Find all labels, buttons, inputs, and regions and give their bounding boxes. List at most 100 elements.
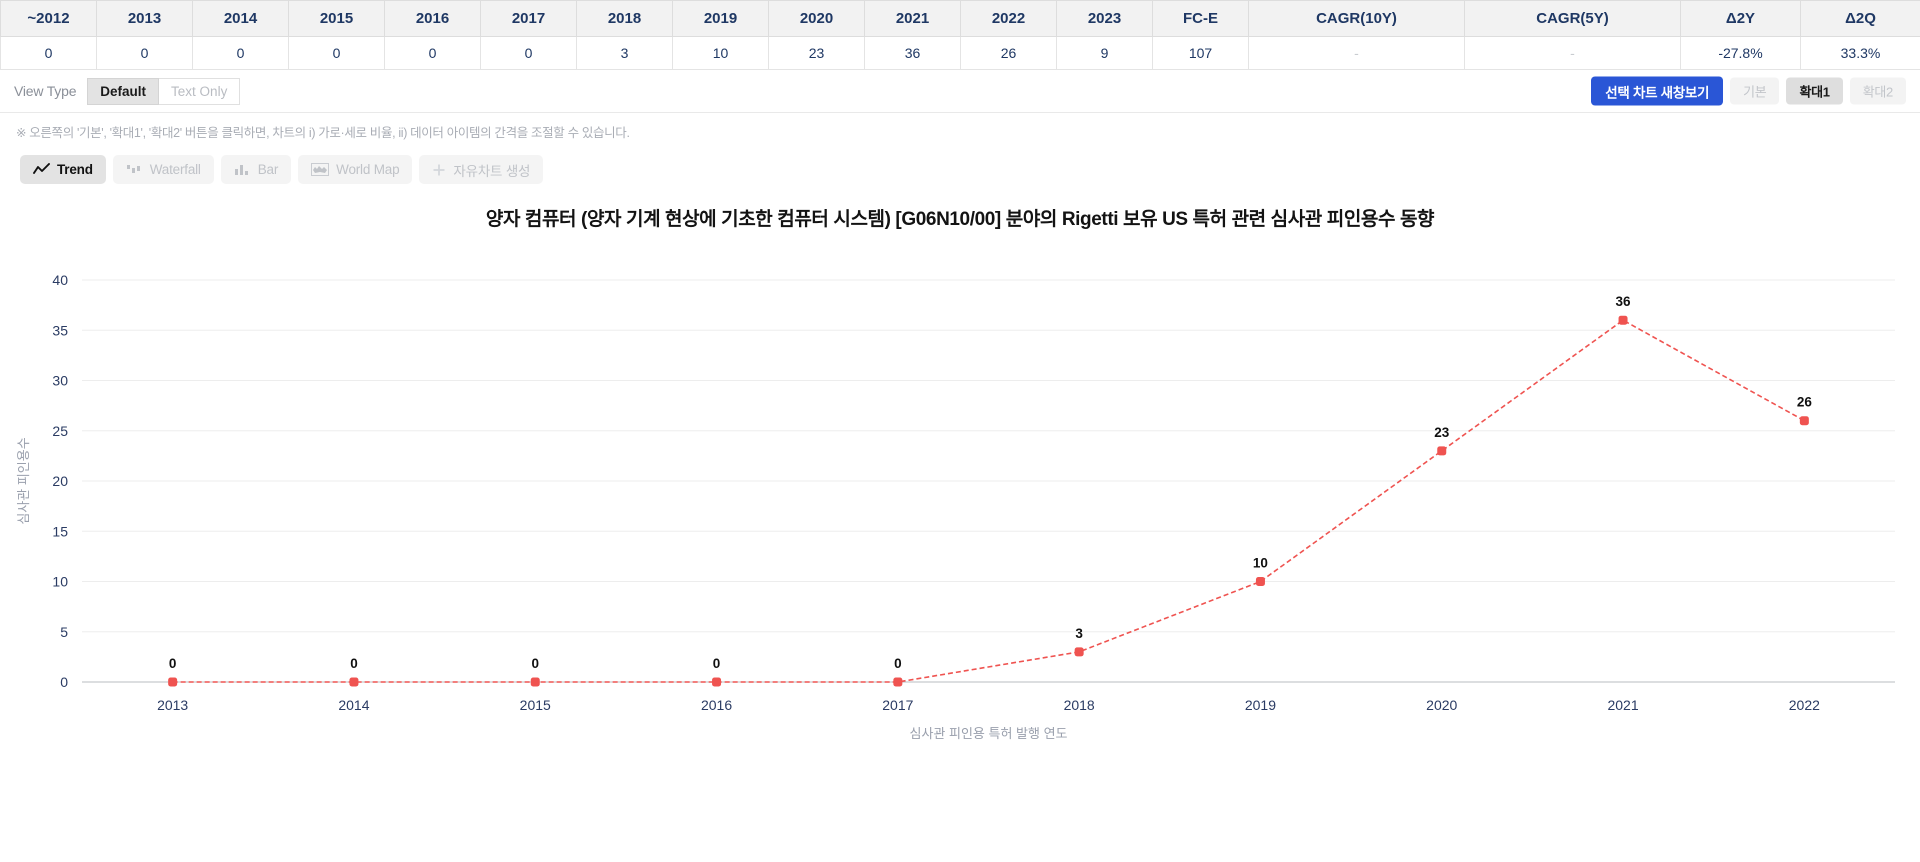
toolbar-right-group: 선택 차트 새창보기 기본 확대1 확대2 [1591,76,1906,106]
summary-col-header: 2016 [384,0,481,37]
chart-tab-world-map-label: World Map [336,162,400,177]
x-axis-tick-label: 2018 [1064,697,1095,713]
view-type-segmented-control: Default Text Only [87,77,241,105]
chart-tab-custom-chart[interactable]: 자유차트 생성 [419,155,544,184]
open-chart-new-window-button[interactable]: 선택 차트 새창보기 [1591,76,1724,106]
summary-cell: - [1464,36,1681,70]
summary-cell: 33.3% [1800,36,1920,70]
y-axis-tick-label: 30 [52,373,68,389]
view-type-text-only-button[interactable]: Text Only [159,77,241,105]
data-point-marker[interactable] [712,677,722,687]
summary-table-value-row: 0 0 0 0 0 0 3 10 23 36 26 9 107- - -27.8% 33.3% [0,36,1920,70]
zoom-level1-button[interactable]: 확대1 [1786,77,1843,105]
summary-col-header: CAGR(10Y) [1248,0,1465,37]
chart-tab-bar[interactable]: Bar [220,155,292,184]
summary-col-header: Δ2Q [1800,0,1920,37]
summary-col-header: CAGR(5Y) [1464,0,1681,37]
chart-type-tabs: Trend Waterfall Bar World Map 자유차트 생성 [0,141,1920,184]
summary-col-header: 2015 [288,0,385,37]
data-point-marker[interactable] [1255,577,1265,586]
summary-col-header: 2022 [960,0,1057,37]
y-axis-title: 심사관 피인용수 [16,437,31,524]
chart-title: 양자 컴퓨터 (양자 기계 현상에 기초한 컴퓨터 시스템) [G06N10/0… [485,209,1435,230]
summary-cell: - [1248,36,1465,70]
view-type-default-button[interactable]: Default [87,77,160,105]
x-axis-tick-label: 2017 [882,697,913,713]
summary-col-header: 2017 [480,0,577,37]
data-point-marker[interactable] [1437,446,1447,456]
x-axis-tick-label: 2013 [157,697,188,713]
summary-col-header: FC-E [1152,0,1249,37]
y-axis-tick-label: 20 [52,473,68,489]
x-axis-tick-label: 2019 [1245,697,1276,713]
x-axis-tick-label: 2022 [1789,697,1820,713]
line-chart-icon [33,163,50,176]
summary-col-header: 2013 [96,0,193,37]
data-point-label: 36 [1616,294,1632,309]
summary-cell: 0 [384,36,481,70]
data-point-label: 0 [894,656,902,671]
summary-cell: 10 [672,36,769,70]
view-toolbar: View Type Default Text Only 선택 차트 새창보기 기… [0,70,1920,113]
data-point-label: 26 [1797,395,1813,410]
data-point-label: 3 [1075,626,1083,641]
y-axis-tick-label: 40 [52,272,68,288]
series-line [172,319,1805,683]
data-point-marker[interactable] [1618,315,1628,325]
chart-tab-bar-label: Bar [257,162,279,177]
data-point-marker[interactable] [893,677,903,687]
chart-tab-waterfall[interactable]: Waterfall [112,155,214,184]
data-point-marker[interactable] [1074,647,1084,657]
y-axis-tick-label: 5 [60,624,68,640]
summary-cell: 0 [96,36,193,70]
summary-cell: 36 [864,36,961,70]
data-point-marker[interactable] [1799,416,1809,426]
summary-cell: 0 [480,36,577,70]
summary-table-header-row: ~2012 2013 2014 2015 2016 2017 2018 2019 2020 202… [0,0,1920,37]
toolbar-notice-text: ※ 오른쪽의 '기본', '확대1', '확대2' 버튼을 클릭하면, 차트의 … [16,126,630,140]
x-axis-title: 심사관 피인용 특허 발행 연도 [910,726,1068,741]
summary-cell: 0 [288,36,385,70]
chart-tab-world-map[interactable]: World Map [298,155,413,184]
chart-canvas: 0 5 10 15 20 25 30 35 40 0 0 0 0 0 3 10 23 36 26 2013 2014 20… [0,232,1920,792]
summary-col-header: ~2012 [0,0,97,37]
x-axis-tick-label: 2014 [338,697,369,713]
data-point-label: 10 [1253,556,1268,571]
y-axis-tick-label: 25 [52,423,68,439]
summary-col-header: 2023 [1056,0,1153,37]
y-axis-tick-label: 15 [52,523,68,539]
summary-col-header: 2014 [192,0,289,37]
data-point-marker[interactable] [349,677,359,687]
summary-col-header: 2020 [768,0,865,37]
summary-cell: 23 [768,36,865,70]
summary-cell: 3 [576,36,673,70]
chart-panel: 양자 컴퓨터 (양자 기계 현상에 기초한 컴퓨터 시스템) [G06N10/0… [0,192,1920,792]
plus-icon [432,163,446,177]
summary-cell: 0 [192,36,289,70]
waterfall-icon [126,163,143,176]
chart-tab-waterfall-label: Waterfall [149,162,201,177]
x-axis-tick-label: 2015 [520,697,551,713]
chart-tab-trend-label: Trend [57,162,93,177]
y-axis-tick-label: 10 [52,574,68,590]
data-point-label: 0 [350,656,358,671]
x-axis-tick-label: 2020 [1426,697,1457,713]
data-point-marker[interactable] [168,677,178,687]
summary-cell: 0 [0,36,97,70]
data-point-label: 0 [531,656,539,671]
summary-cell: 9 [1056,36,1153,70]
x-axis-tick-label: 2021 [1607,697,1638,713]
trend-line-chart[interactable]: 0 5 10 15 20 25 30 35 40 0 0 0 0 0 3 10 23 36 26 2013 2014 20… [0,232,1920,792]
zoom-level2-button[interactable]: 확대2 [1849,77,1906,105]
chart-tab-custom-chart-label: 자유차트 생성 [453,163,531,179]
data-point-label: 0 [169,656,177,671]
data-point-label: 0 [713,656,721,671]
y-axis-tick-label: 0 [60,674,68,690]
chart-tab-trend[interactable]: Trend [20,155,106,184]
summary-table: ~2012 2013 2014 2015 2016 2017 2018 2019 2020 202… [0,0,1920,70]
zoom-basic-button[interactable]: 기본 [1730,77,1780,105]
bar-chart-icon [234,163,251,176]
world-map-icon [311,163,330,176]
summary-col-header: 2019 [672,0,769,37]
data-point-marker[interactable] [530,677,540,687]
